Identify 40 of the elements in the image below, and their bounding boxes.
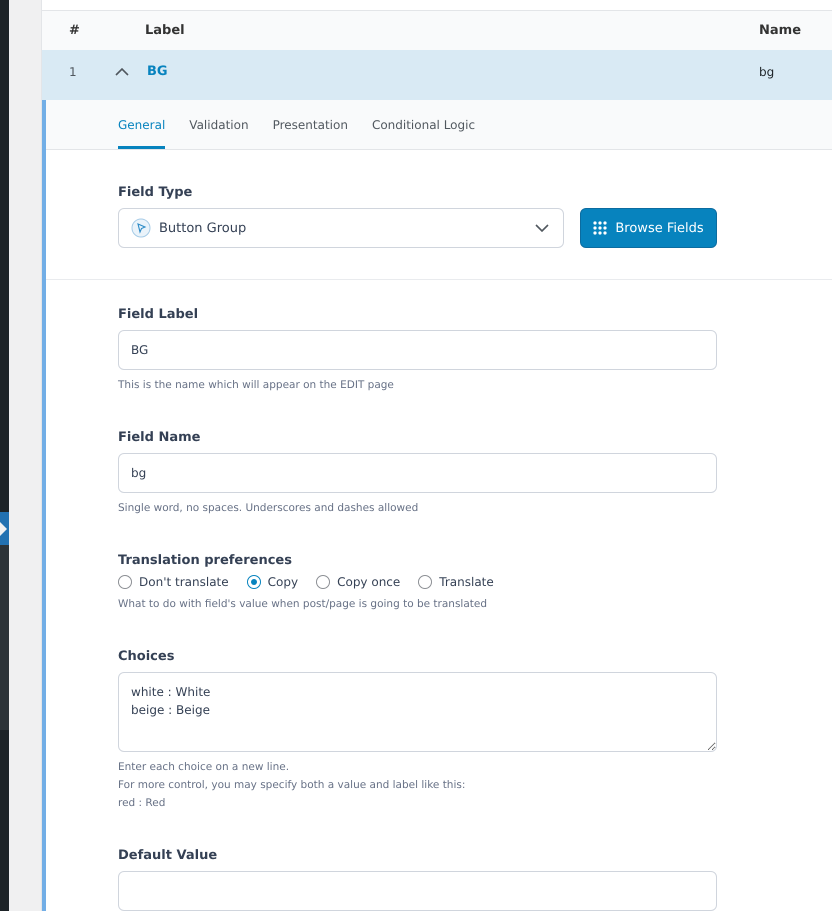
- help-text: red : Red: [118, 796, 166, 811]
- field-label: Field Name: [118, 430, 202, 445]
- radio-button[interactable]: [418, 575, 432, 589]
- chevron-down-icon: [535, 224, 549, 232]
- radio-label[interactable]: Don't translate: [139, 575, 229, 589]
- table-row[interactable]: 1 BG bg: [42, 50, 832, 100]
- row-number: 1: [68, 64, 78, 80]
- help-text: This is the name which will appear on the EDIT page: [118, 378, 395, 393]
- radio-button[interactable]: [118, 575, 132, 589]
- help-text: Single word, no spaces. Underscores and dashes allowed: [118, 501, 420, 516]
- radio-button[interactable]: [316, 575, 330, 589]
- column-header: Label: [144, 22, 186, 38]
- active-menu-marker: [0, 512, 9, 545]
- table-cell-text: bg: [759, 64, 776, 80]
- tab[interactable]: General: [118, 100, 166, 149]
- text-area[interactable]: white : White beige : Beige: [118, 672, 717, 752]
- tab[interactable]: Validation: [189, 100, 249, 149]
- input-field[interactable]: BG: [118, 330, 717, 370]
- input-field[interactable]: bg: [118, 453, 717, 493]
- radio-button[interactable]: [246, 575, 261, 589]
- field-label: Translation preferences: [118, 553, 293, 568]
- help-text: Enter each choice on a new line.: [118, 760, 290, 775]
- field-label: Choices: [118, 649, 176, 664]
- input-field[interactable]: [118, 871, 717, 911]
- radio-label[interactable]: Translate: [439, 575, 494, 589]
- tab[interactable]: Presentation: [272, 100, 348, 149]
- radio-label[interactable]: Copy once: [337, 575, 400, 589]
- column-header: #: [68, 22, 81, 38]
- help-text: For more control, you may specify both a value and label like this:: [118, 778, 466, 793]
- field-label: Default Value: [118, 848, 218, 863]
- field-label: Field Type: [118, 185, 194, 200]
- help-text: What to do with field's value when post/page is going to be translated: [118, 597, 488, 612]
- field-label: Field Label: [118, 307, 200, 322]
- browse-fields-button[interactable]: Browse Fields: [580, 208, 717, 248]
- tab[interactable]: Conditional Logic: [372, 100, 476, 149]
- column-header: Name: [759, 22, 802, 38]
- field-type-select[interactable]: Button Group: [118, 208, 564, 248]
- radio-label[interactable]: Copy: [268, 575, 298, 589]
- grid-icon: [593, 221, 608, 235]
- cursor-icon: [131, 218, 151, 238]
